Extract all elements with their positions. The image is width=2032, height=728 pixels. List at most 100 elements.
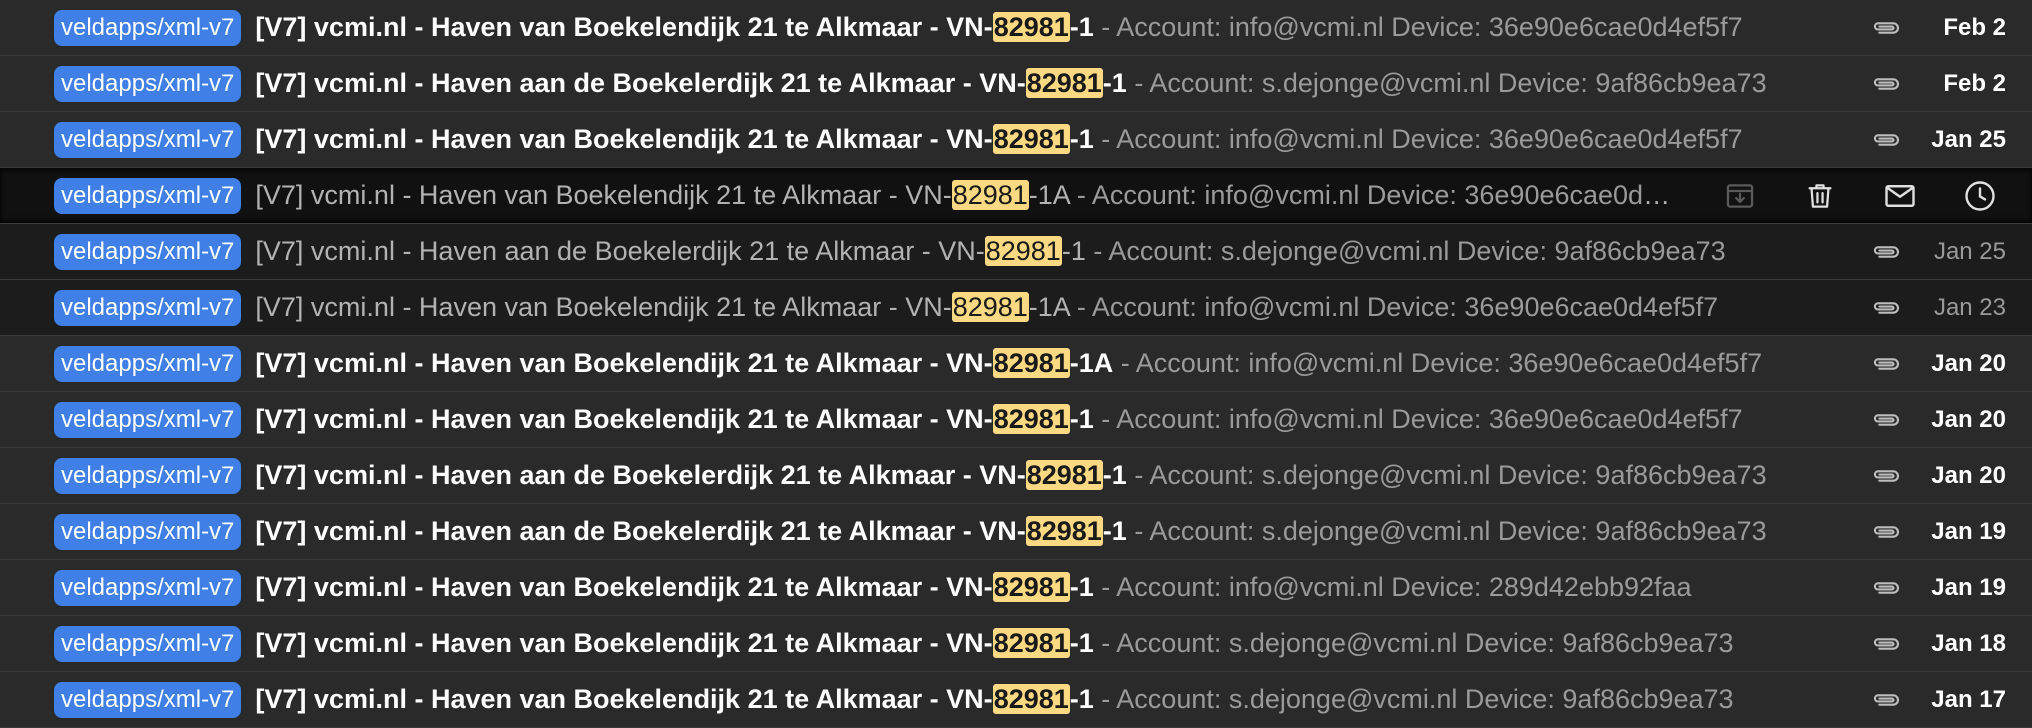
subject-text: [V7] vcmi.nl - Haven van Boekelendijk 21… <box>255 12 993 42</box>
label-chip: veldapps/xml-v7 <box>54 121 242 158</box>
snooze-icon[interactable] <box>1952 168 2008 223</box>
paperclip-icon[interactable] <box>1864 286 1908 330</box>
email-row[interactable]: veldapps/xml-v7 [V7] vcmi.nl - Haven aan … <box>0 56 2032 112</box>
paperclip-icon[interactable] <box>1864 6 1908 50</box>
email-snippet: - Account: info@vcmi.nl Device: 36e90e6c… <box>1093 12 1743 42</box>
email-row[interactable]: veldapps/xml-v7 [V7] vcmi.nl - Haven van … <box>0 0 2032 56</box>
email-snippet: - Account: s.dejonge@vcmi.nl Device: 9af… <box>1093 628 1734 658</box>
subject-suffix: -1 <box>1069 404 1094 434</box>
email-subject: [V7] vcmi.nl - Haven van Boekelendijk 21… <box>255 404 1094 434</box>
email-subject: [V7] vcmi.nl - Haven van Boekelendijk 21… <box>255 572 1094 602</box>
subject-suffix: -1A <box>1069 348 1114 378</box>
email-snippet: - Account: s.dejonge@vcmi.nl Device: 9af… <box>1085 236 1726 266</box>
search-highlight: 82981 <box>992 348 1070 378</box>
email-snippet: - Account: s.dejonge@vcmi.nl Device: 9af… <box>1126 460 1767 490</box>
email-date: Jan 23 <box>1933 293 2006 321</box>
subject-suffix: -1 <box>1069 684 1094 714</box>
email-row[interactable]: veldapps/xml-v7 [V7] vcmi.nl - Haven van … <box>0 112 2032 168</box>
search-highlight: 82981 <box>951 292 1029 322</box>
search-highlight: 82981 <box>1025 68 1103 98</box>
email-date: Feb 2 <box>1943 69 2006 97</box>
email-row[interactable]: veldapps/xml-v7 [V7] vcmi.nl - Haven van … <box>0 168 2032 224</box>
search-highlight: 82981 <box>992 628 1070 658</box>
search-highlight: 82981 <box>992 684 1070 714</box>
subject-suffix: -1 <box>1102 516 1127 546</box>
email-content: [V7] vcmi.nl - Haven van Boekelendijk 21… <box>255 572 1844 603</box>
email-row[interactable]: veldapps/xml-v7 [V7] vcmi.nl - Haven van … <box>0 336 2032 392</box>
email-date: Jan 20 <box>1931 405 2006 433</box>
email-snippet: - Account: info@vcmi.nl Device: 289d42eb… <box>1093 572 1692 602</box>
paperclip-icon[interactable] <box>1864 62 1908 106</box>
paperclip-icon[interactable] <box>1864 678 1908 722</box>
email-subject: [V7] vcmi.nl - Haven van Boekelendijk 21… <box>255 180 1069 210</box>
label-chip: veldapps/xml-v7 <box>54 345 242 382</box>
mail-icon[interactable] <box>1872 168 1928 223</box>
search-highlight: 82981 <box>992 124 1070 154</box>
email-content: [V7] vcmi.nl - Haven van Boekelendijk 21… <box>255 292 1844 323</box>
search-highlight: 82981 <box>992 572 1070 602</box>
email-date: Jan 25 <box>1933 237 2006 265</box>
email-date: Jan 20 <box>1931 349 2006 377</box>
search-highlight: 82981 <box>992 404 1070 434</box>
search-highlight: 82981 <box>1025 460 1103 490</box>
email-row[interactable]: veldapps/xml-v7 [V7] vcmi.nl - Haven van … <box>0 280 2032 336</box>
email-subject: [V7] vcmi.nl - Haven aan de Boekelerdijk… <box>255 68 1127 98</box>
label-chip: veldapps/xml-v7 <box>54 625 242 662</box>
subject-text: [V7] vcmi.nl - Haven aan de Boekelerdijk… <box>255 516 1026 546</box>
subject-text: [V7] vcmi.nl - Haven aan de Boekelerdijk… <box>255 460 1026 490</box>
email-content: [V7] vcmi.nl - Haven van Boekelendijk 21… <box>255 684 1844 715</box>
paperclip-icon[interactable] <box>1864 118 1908 162</box>
label-chip: veldapps/xml-v7 <box>54 177 242 214</box>
subject-text: [V7] vcmi.nl - Haven van Boekelendijk 21… <box>255 404 993 434</box>
subject-text: [V7] vcmi.nl - Haven aan de Boekelerdijk… <box>255 236 985 266</box>
email-subject: [V7] vcmi.nl - Haven aan de Boekelerdijk… <box>255 236 1086 266</box>
email-date: Feb 2 <box>1943 13 2006 41</box>
label-chip: veldapps/xml-v7 <box>54 289 242 326</box>
label-chip: veldapps/xml-v7 <box>54 9 242 46</box>
hover-actions <box>1712 168 2008 223</box>
subject-text: [V7] vcmi.nl - Haven van Boekelendijk 21… <box>255 348 993 378</box>
email-content: [V7] vcmi.nl - Haven aan de Boekelerdijk… <box>255 460 1844 491</box>
email-row[interactable]: veldapps/xml-v7 [V7] vcmi.nl - Haven aan … <box>0 448 2032 504</box>
paperclip-icon[interactable] <box>1864 566 1908 610</box>
subject-text: [V7] vcmi.nl - Haven van Boekelendijk 21… <box>255 684 993 714</box>
trash-icon[interactable] <box>1792 168 1848 223</box>
email-snippet: - Account: info@vcmi.nl Device: 36e90e6c… <box>1093 404 1743 434</box>
email-content: [V7] vcmi.nl - Haven van Boekelendijk 21… <box>255 180 1676 211</box>
email-date: Jan 19 <box>1931 573 2006 601</box>
email-date: Jan 19 <box>1931 517 2006 545</box>
paperclip-icon[interactable] <box>1864 510 1908 554</box>
paperclip-icon[interactable] <box>1864 230 1908 274</box>
search-highlight: 82981 <box>951 180 1029 210</box>
email-snippet: - Account: info@vcmi.nl Device: 36e90e6c… <box>1093 124 1743 154</box>
email-row[interactable]: veldapps/xml-v7 [V7] vcmi.nl - Haven van … <box>0 392 2032 448</box>
subject-text: [V7] vcmi.nl - Haven van Boekelendijk 21… <box>255 572 993 602</box>
subject-text: [V7] vcmi.nl - Haven van Boekelendijk 21… <box>255 180 952 210</box>
email-subject: [V7] vcmi.nl - Haven van Boekelendijk 21… <box>255 292 1069 322</box>
email-content: [V7] vcmi.nl - Haven van Boekelendijk 21… <box>255 12 1844 43</box>
email-subject: [V7] vcmi.nl - Haven van Boekelendijk 21… <box>255 348 1113 378</box>
label-chip: veldapps/xml-v7 <box>54 401 242 438</box>
label-chip: veldapps/xml-v7 <box>54 233 242 270</box>
archive-icon[interactable] <box>1712 168 1768 223</box>
label-chip: veldapps/xml-v7 <box>54 457 242 494</box>
label-chip: veldapps/xml-v7 <box>54 569 242 606</box>
email-row[interactable]: veldapps/xml-v7 [V7] vcmi.nl - Haven aan … <box>0 224 2032 280</box>
paperclip-icon[interactable] <box>1864 454 1908 498</box>
search-highlight: 82981 <box>984 236 1062 266</box>
email-row[interactable]: veldapps/xml-v7 [V7] vcmi.nl - Haven van … <box>0 560 2032 616</box>
paperclip-icon[interactable] <box>1864 342 1908 386</box>
email-row[interactable]: veldapps/xml-v7 [V7] vcmi.nl - Haven van … <box>0 616 2032 672</box>
subject-text: [V7] vcmi.nl - Haven van Boekelendijk 21… <box>255 628 993 658</box>
email-subject: [V7] vcmi.nl - Haven aan de Boekelerdijk… <box>255 460 1127 490</box>
search-highlight: 82981 <box>992 12 1070 42</box>
paperclip-icon[interactable] <box>1864 622 1908 666</box>
email-snippet: - Account: info@vcmi.nl Device: 36e90e6c… <box>1069 180 1676 210</box>
label-chip: veldapps/xml-v7 <box>54 681 242 718</box>
email-row[interactable]: veldapps/xml-v7 [V7] vcmi.nl - Haven aan … <box>0 504 2032 560</box>
paperclip-icon[interactable] <box>1864 398 1908 442</box>
email-date: Jan 20 <box>1931 461 2006 489</box>
email-subject: [V7] vcmi.nl - Haven van Boekelendijk 21… <box>255 628 1094 658</box>
email-subject: [V7] vcmi.nl - Haven aan de Boekelerdijk… <box>255 516 1127 546</box>
subject-suffix: -1A <box>1028 292 1070 322</box>
